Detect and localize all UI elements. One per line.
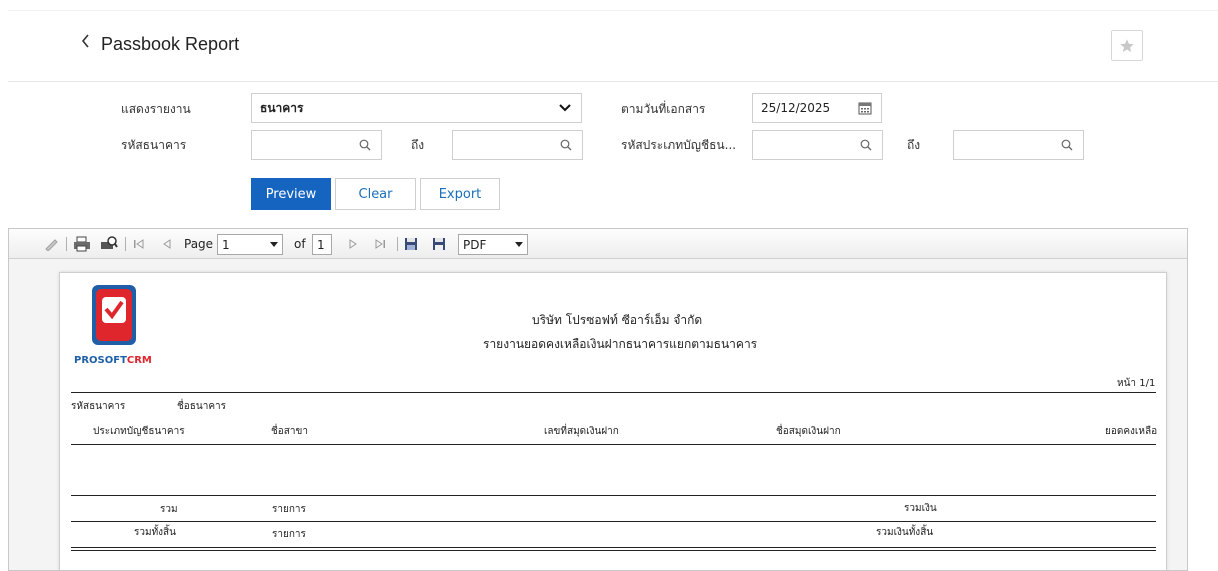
- dropdown-arrow-icon: [270, 242, 278, 247]
- grand-amount-label: รวมเงินทั้งสิ้น: [876, 527, 934, 538]
- double-rule-top: [71, 547, 1156, 548]
- viewer-toolbar: Page 1 of 1 PDF: [9, 229, 1187, 259]
- grand-total-rule: [71, 521, 1156, 522]
- search-icon[interactable]: [558, 137, 574, 153]
- toolbar-separator: [125, 237, 126, 251]
- col-bank-name: ชื่อธนาคาร: [177, 401, 227, 412]
- prosoft-logo-icon: [92, 285, 136, 345]
- page-title: Passbook Report: [101, 34, 240, 54]
- total-pages: 1: [312, 234, 332, 255]
- account-type-label: รหัสประเภทบัญชีธน...: [621, 138, 737, 152]
- grand-total-label: รวมทั้งสิ้น: [134, 527, 176, 538]
- col-branch: ชื่อสาขา: [271, 426, 308, 437]
- dropdown-arrow-icon: [515, 242, 523, 247]
- col-account-type: ประเภทบัญชีธนาคาร: [93, 426, 185, 437]
- of-label: of: [294, 237, 306, 251]
- page-label: Page: [184, 237, 214, 251]
- export-format-value: PDF: [463, 237, 487, 252]
- total-amount-label: รวมเงิน: [904, 503, 937, 514]
- star-icon: [1120, 38, 1134, 52]
- print-icon[interactable]: [72, 235, 92, 253]
- page-indicator: หน้า 1/1: [1117, 378, 1156, 389]
- total-label: รวม: [160, 504, 178, 515]
- account-type-from-input[interactable]: [752, 130, 883, 160]
- export-button[interactable]: Export: [420, 178, 500, 210]
- header-divider: [8, 81, 1218, 82]
- report-page: PROSOFTCRM บริษัท โปรซอฟท์ ซีอาร์เอ็ม จำ…: [59, 272, 1167, 570]
- subtotal-rule: [71, 495, 1156, 496]
- logo-text-prosoft: PROSOFT: [74, 355, 127, 366]
- grand-items-label: รายการ: [272, 529, 306, 540]
- account-type-to-label: ถึง: [907, 138, 921, 152]
- chevron-left-icon: [81, 34, 89, 48]
- account-type-to-input[interactable]: [953, 130, 1084, 160]
- search-icon[interactable]: [357, 137, 373, 153]
- report-by-value: ธนาคาร: [260, 100, 304, 115]
- report-viewer: Page 1 of 1 PDF PROSOFTCRM บริษัท โปรซอฟ…: [8, 228, 1188, 571]
- previous-page-icon[interactable]: [159, 235, 175, 253]
- doc-date-value: 25/12/2025: [761, 101, 831, 115]
- bank-code-label: รหัสธนาคาร: [121, 138, 187, 152]
- edit-icon[interactable]: [43, 235, 61, 253]
- toolbar-separator: [397, 237, 398, 251]
- favorite-button[interactable]: [1111, 30, 1143, 61]
- report-by-label: แสดงรายงาน: [121, 102, 191, 116]
- calendar-icon[interactable]: [857, 100, 873, 116]
- search-icon[interactable]: [858, 137, 874, 153]
- report-title: รายงานยอดคงเหลือเงินฝากธนาคารแยกตามธนาคา…: [483, 337, 758, 351]
- header-rule: [71, 392, 1156, 393]
- bank-code-to-label: ถึง: [411, 138, 425, 152]
- clear-button[interactable]: Clear: [335, 178, 416, 210]
- back-button[interactable]: [80, 33, 92, 55]
- logo-text-crm: CRM: [126, 355, 152, 366]
- bank-code-from-input[interactable]: [251, 130, 382, 160]
- report-by-select[interactable]: ธนาคาร: [251, 93, 582, 123]
- toolbar-separator: [66, 237, 67, 251]
- chevron-down-icon: [557, 100, 573, 116]
- export-format-select[interactable]: PDF: [458, 234, 528, 255]
- top-border: [8, 10, 1218, 11]
- last-page-icon[interactable]: [372, 235, 388, 253]
- export-save-icon[interactable]: [430, 235, 448, 253]
- doc-date-label: ตามวันที่เอกสาร: [621, 102, 706, 116]
- col-passbook-no: เลขที่สมุดเงินฝาก: [544, 426, 619, 437]
- col-bank-code: รหัสธนาคาร: [71, 401, 126, 412]
- save-icon[interactable]: [402, 235, 420, 253]
- items-label: รายการ: [272, 504, 306, 515]
- preview-button[interactable]: Preview: [251, 178, 331, 210]
- next-page-icon[interactable]: [345, 235, 361, 253]
- company-name: บริษัท โปรซอฟท์ ซีอาร์เอ็ม จำกัด: [532, 313, 703, 327]
- col-balance: ยอดคงเหลือ: [1105, 426, 1158, 437]
- bank-code-to-input[interactable]: [452, 130, 583, 160]
- page-select-value: 1: [222, 237, 230, 252]
- print-preview-icon[interactable]: [99, 235, 119, 253]
- search-icon[interactable]: [1059, 137, 1075, 153]
- double-rule-bottom: [71, 550, 1156, 551]
- logo-wordmark: PROSOFTCRM: [74, 355, 152, 367]
- company-logo: PROSOFTCRM: [72, 283, 152, 371]
- doc-date-input[interactable]: 25/12/2025: [752, 93, 882, 123]
- page-select[interactable]: 1: [217, 234, 283, 255]
- first-page-icon[interactable]: [131, 235, 147, 253]
- column-header-rule: [71, 444, 1156, 445]
- col-passbook-name: ชื่อสมุดเงินฝาก: [776, 426, 841, 437]
